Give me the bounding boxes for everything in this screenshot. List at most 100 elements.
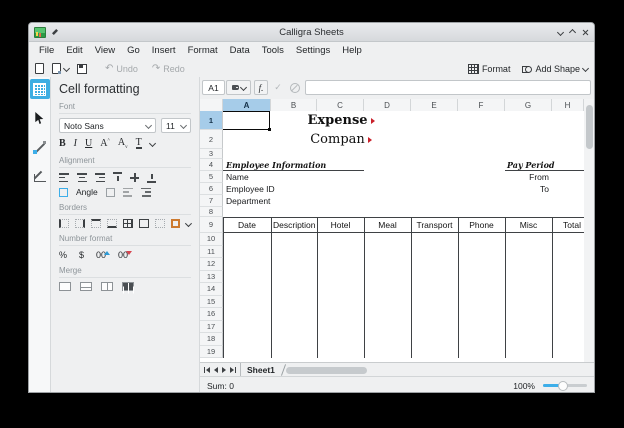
menu-help[interactable]: Help <box>336 45 368 56</box>
save-button[interactable] <box>77 64 87 74</box>
add-shape-button[interactable]: Add Shape <box>522 64 588 74</box>
border-none-button[interactable] <box>155 219 164 228</box>
cell-expense-title[interactable]: Expense <box>271 111 411 130</box>
cancel-formula-button[interactable] <box>288 80 302 95</box>
menu-edit[interactable]: Edit <box>60 45 88 56</box>
calligraphy-tool-button[interactable] <box>30 166 50 186</box>
first-sheet-button[interactable] <box>204 367 210 373</box>
row-header-9[interactable]: 9 <box>200 217 223 233</box>
percent-format-button[interactable]: % <box>59 250 67 260</box>
decrease-indent-button[interactable] <box>123 188 133 197</box>
row-header-1[interactable]: 1 <box>200 111 223 130</box>
align-center-button[interactable] <box>77 173 87 182</box>
horizontal-scrollbar-thumb[interactable] <box>286 367 367 374</box>
border-color-button[interactable] <box>171 219 180 228</box>
row-header-18[interactable]: 18 <box>200 333 223 346</box>
row-header-5[interactable]: 5 <box>200 171 223 183</box>
row-header-13[interactable]: 13 <box>200 271 223 284</box>
menu-tools[interactable]: Tools <box>256 45 290 56</box>
more-font-options-chevron-icon[interactable] <box>149 140 156 147</box>
align-middle-button[interactable] <box>130 173 139 182</box>
apply-formula-button[interactable]: ✓ <box>271 80 285 95</box>
row-header-19[interactable]: 19 <box>200 346 223 358</box>
table-header-misc[interactable]: Misc <box>506 217 551 233</box>
border-right-button[interactable] <box>75 219 85 228</box>
next-sheet-button[interactable] <box>222 367 226 373</box>
table-header-date[interactable]: Date <box>224 217 270 233</box>
cell-grid[interactable]: Expense Compan Employee Information Pay … <box>200 111 584 358</box>
row-header-6[interactable]: 6 <box>200 183 223 195</box>
bold-button[interactable]: B <box>59 138 66 149</box>
column-header-A[interactable]: A <box>223 99 271 111</box>
column-header-H[interactable]: H <box>552 99 584 111</box>
cell-employee-id-label[interactable]: Employee ID <box>226 183 275 195</box>
previous-sheet-button[interactable] <box>214 367 218 373</box>
align-top-button[interactable] <box>113 172 122 183</box>
menu-view[interactable]: View <box>89 45 121 56</box>
row-header-3[interactable]: 3 <box>200 149 223 159</box>
cell-company-name[interactable]: Compan <box>271 130 411 149</box>
border-all-button[interactable] <box>123 219 132 228</box>
decrease-precision-button[interactable]: 00 <box>118 250 128 260</box>
wrap-text-button[interactable] <box>59 188 68 197</box>
border-top-button[interactable] <box>91 219 100 228</box>
table-header-transport[interactable]: Transport <box>412 217 457 233</box>
menu-go[interactable]: Go <box>121 45 146 56</box>
cell-name-label[interactable]: Name <box>226 171 249 183</box>
undo-button[interactable]: ↶ Undo <box>105 64 138 74</box>
menu-data[interactable]: Data <box>224 45 256 56</box>
row-header-12[interactable]: 12 <box>200 258 223 271</box>
menu-format[interactable]: Format <box>182 45 224 56</box>
unmerge-button[interactable] <box>122 282 134 291</box>
select-all-corner[interactable] <box>200 99 223 111</box>
cell-from-label[interactable]: From <box>505 171 549 183</box>
cell-to-label[interactable]: To <box>505 183 549 195</box>
column-header-B[interactable]: B <box>271 99 317 111</box>
vertical-scrollbar-thumb[interactable] <box>586 105 593 149</box>
format-button[interactable]: Format <box>468 64 511 74</box>
column-header-E[interactable]: E <box>411 99 458 111</box>
sheet-tab[interactable]: Sheet1 <box>240 363 281 376</box>
border-outline-button[interactable] <box>139 219 148 228</box>
row-header-14[interactable]: 14 <box>200 283 223 296</box>
minimize-icon[interactable] <box>557 28 564 35</box>
new-document-button[interactable] <box>35 63 44 74</box>
vertical-text-button[interactable] <box>106 188 115 197</box>
cell-reference-box[interactable]: A1 <box>202 80 225 95</box>
named-range-select[interactable] <box>226 80 251 95</box>
row-header-2[interactable]: 2 <box>200 130 223 149</box>
table-header-total[interactable]: Total <box>553 217 583 233</box>
titlebar[interactable]: Calligra Sheets <box>29 23 594 42</box>
row-header-11[interactable]: 11 <box>200 246 223 259</box>
italic-button[interactable]: I <box>74 138 77 149</box>
table-header-phone[interactable]: Phone <box>459 217 504 233</box>
merge-vertical-button[interactable] <box>101 282 113 291</box>
align-left-button[interactable] <box>59 173 69 182</box>
superscript-button[interactable]: A^ <box>100 138 110 149</box>
font-family-select[interactable]: Noto Sans <box>59 118 156 133</box>
insert-function-button[interactable]: f. <box>254 80 268 95</box>
menu-settings[interactable]: Settings <box>290 45 336 56</box>
row-header-17[interactable]: 17 <box>200 321 223 334</box>
cell-department-label[interactable]: Department <box>226 195 270 207</box>
row-header-10[interactable]: 10 <box>200 233 223 246</box>
merge-horizontal-button[interactable] <box>80 282 92 291</box>
border-color-chevron-icon[interactable] <box>185 220 192 227</box>
border-bottom-button[interactable] <box>107 219 116 228</box>
table-header-meal[interactable]: Meal <box>365 217 410 233</box>
shape-selection-tool-button[interactable] <box>30 108 50 128</box>
row-header-15[interactable]: 15 <box>200 296 223 309</box>
maximize-icon[interactable] <box>569 28 576 35</box>
open-document-button[interactable] <box>52 63 69 74</box>
row-header-7[interactable]: 7 <box>200 195 223 207</box>
row-header-4[interactable]: 4 <box>200 159 223 171</box>
column-header-D[interactable]: D <box>364 99 411 111</box>
column-header-G[interactable]: G <box>505 99 552 111</box>
border-left-button[interactable] <box>59 219 69 228</box>
zoom-slider-knob[interactable] <box>558 381 568 391</box>
zoom-slider[interactable] <box>543 384 587 387</box>
increase-indent-button[interactable] <box>141 188 151 197</box>
align-bottom-button[interactable] <box>147 172 156 183</box>
connector-tool-button[interactable] <box>30 137 50 157</box>
row-header-8[interactable]: 8 <box>200 207 223 217</box>
